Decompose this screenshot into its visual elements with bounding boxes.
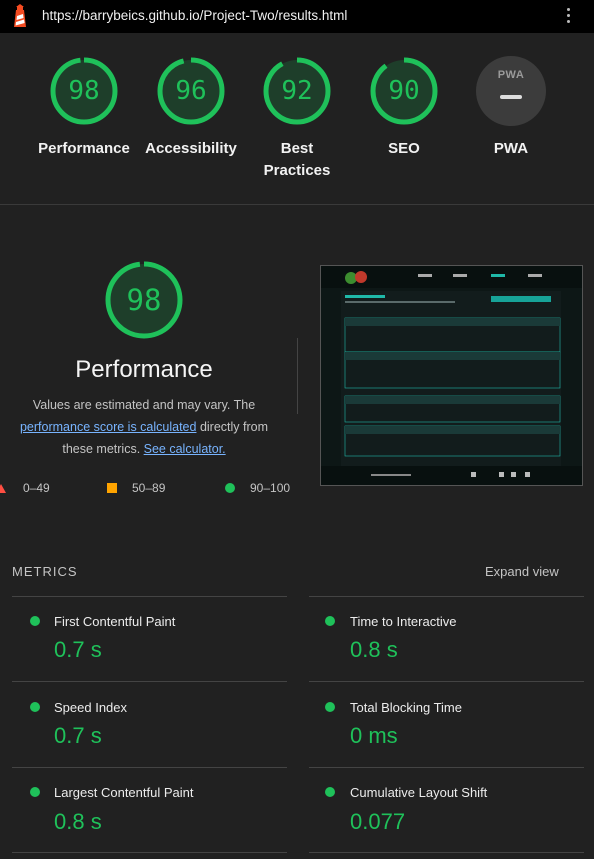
metric-value: 0.8 s [350, 637, 398, 662]
more-options-icon[interactable] [563, 6, 573, 28]
legend-pass: 90–100 [250, 481, 291, 495]
gauge-score: 98 [68, 76, 100, 106]
performance-score: 98 [126, 283, 162, 317]
gauge-label: Accessibility [145, 140, 237, 157]
gauge-label: Best Practices [263, 140, 331, 179]
page-screenshot-thumbnail[interactable] [320, 265, 583, 486]
gauge-seo[interactable]: 90 [369, 56, 439, 126]
gauge-accessibility[interactable]: 96 [156, 56, 226, 126]
gauge-label: PWA [493, 140, 529, 157]
metric-value: 0.7 s [54, 723, 102, 748]
pass-circle-icon [225, 483, 235, 493]
pass-circle-icon [325, 787, 335, 797]
metric-title: Time to Interactive [350, 614, 457, 629]
metric-divider [12, 681, 287, 682]
metric-title: Total Blocking Time [350, 700, 462, 715]
gauge-label: SEO [388, 140, 420, 157]
metric-value: 0.8 s [54, 809, 102, 834]
metric-title: Speed Index [54, 700, 128, 715]
metric-title: Cumulative Layout Shift [350, 785, 488, 800]
average-square-icon [107, 483, 117, 493]
metric-value: 0.7 s [54, 637, 102, 662]
legend-fail: 0–49 [23, 481, 50, 495]
lighthouse-icon [14, 4, 26, 27]
pass-circle-icon [30, 787, 40, 797]
pwa-badge-text: PWA [497, 69, 525, 81]
expand-view-button[interactable]: Expand view [485, 564, 559, 579]
pwa-dash-icon [500, 95, 522, 99]
gauge-best-practices[interactable]: 92 [262, 56, 332, 126]
pwa-badge[interactable]: PWA [476, 56, 546, 126]
gauge-score: 92 [281, 76, 313, 106]
metric-divider [12, 596, 287, 597]
metric-value: 0 ms [350, 723, 398, 748]
fail-triangle-icon [0, 484, 6, 493]
gauge-score: 96 [175, 76, 207, 106]
metric-divider [12, 767, 287, 768]
pass-circle-icon [30, 616, 40, 626]
metric-divider [309, 596, 584, 597]
vertical-divider [297, 338, 298, 414]
metric-divider [309, 767, 584, 768]
metric-title: Largest Contentful Paint [54, 785, 194, 800]
pass-circle-icon [325, 702, 335, 712]
page-url[interactable]: https://barrybeics.github.io/Project-Two… [42, 8, 347, 23]
pass-circle-icon [30, 702, 40, 712]
pass-circle-icon [325, 616, 335, 626]
metric-divider [309, 852, 584, 853]
gauge-performance[interactable]: 98 [49, 56, 119, 126]
calculator-link[interactable]: See calculator. [144, 442, 226, 456]
metrics-heading: METRICS [12, 564, 78, 579]
metric-value: 0.077 [350, 809, 406, 834]
metric-divider [12, 852, 287, 853]
legend-average: 50–89 [132, 481, 166, 495]
section-divider [0, 204, 594, 205]
gauge-score: 90 [388, 76, 420, 106]
performance-gauge: 98 [104, 260, 184, 340]
metric-divider [309, 681, 584, 682]
performance-title: Performance [75, 356, 213, 383]
gauge-label: Performance [38, 140, 130, 157]
metric-title: First Contentful Paint [54, 614, 176, 629]
score-calculation-link[interactable]: performance score is calculated [20, 420, 196, 434]
performance-description: Values are estimated and may vary. The p… [19, 398, 269, 456]
